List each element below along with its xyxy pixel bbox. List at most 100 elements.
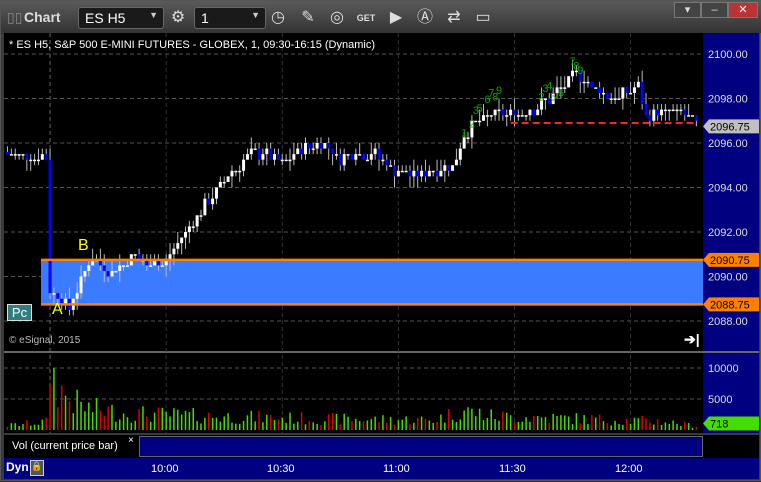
candle-body [629,92,633,95]
copyright-text: © eSignal, 2015 [9,335,81,346]
candle-body [292,154,296,160]
candle-body [234,170,238,173]
candle-body [350,154,354,160]
candle-body [102,265,106,271]
price-tick-label: 2088.00 [708,316,748,328]
candle-body [346,154,350,156]
time-tick: 11:00 [383,463,410,475]
candle-body [276,154,280,160]
candle-body [118,265,122,271]
candle-body [493,109,497,116]
time-tick: 10:30 [267,463,295,475]
candle-body [687,115,691,117]
candle-body [17,154,21,156]
candle-body [48,159,52,294]
candle-body [482,115,486,121]
candle-body [601,92,605,95]
candle-body [133,254,137,256]
price-chart[interactable]: 2100.00 2098.00 2096.00 2094.00 2092.00 2090.… [1,1,761,482]
candle-body [13,154,17,156]
price-tick-label: 2098.00 [708,94,748,106]
candle-body [423,170,427,177]
candle-body [660,109,664,116]
price-tick-label: 2096.00 [708,138,748,150]
candle-body [532,109,536,116]
volume-study-panel [139,436,703,457]
td-count-label: 2 [469,118,475,130]
candle-body [6,151,9,155]
candle-body [222,181,226,184]
candle-body [296,148,300,155]
candle-body [180,237,184,244]
candle-body [172,248,176,255]
candle-body [404,170,408,173]
volume-study-label[interactable]: Vol (current price bar) [12,440,118,452]
candle-body [211,198,215,205]
candle-body [501,109,505,116]
candle-body [160,265,164,267]
candle-body [149,265,153,267]
candle-body [497,109,501,112]
candle-body [408,170,412,177]
lock-icon[interactable]: 🔒 [30,460,44,476]
candle-body [435,170,439,177]
candle-body [400,170,404,173]
candle-body [489,115,493,117]
candle-body [199,215,203,217]
volume-study-bar: Vol (current price bar) × [4,435,759,458]
candle-body [195,215,199,227]
candle-body [389,165,393,167]
candle-body [249,148,253,155]
label-b: B [78,237,89,254]
candle-body [439,170,443,177]
price-tick-label: 2090.00 [708,272,748,284]
candle-body [451,165,455,171]
td-count-label: 1 [461,127,467,139]
candle-body [582,81,586,84]
time-axis[interactable]: Dyn 🔒 10:00 10:30 11:00 11:30 12:00 [4,458,759,479]
candle-body [300,148,304,155]
candle-body [679,109,683,112]
candle-body [311,148,315,151]
pc-button[interactable]: Pc [7,304,32,321]
candle-body [516,115,520,117]
candle-body [478,120,482,123]
candle-body [621,87,625,99]
candle-body [625,87,629,93]
scroll-to-end-icon[interactable]: ➔| [684,331,700,348]
level-price-label: 2088.75 [710,299,750,311]
label-a: A [52,301,63,318]
candle-body [652,109,656,121]
volume-tick-label: 5000 [708,394,732,406]
td-count-label: 9 [496,85,502,97]
candle-body [609,98,613,100]
candle-body [567,76,571,88]
candle-body [416,170,420,177]
td-count-label: 9 [577,65,583,77]
candle-body [238,170,242,173]
candle-body [443,165,447,171]
volume-tick-label: 10000 [708,363,739,375]
candle-body [269,148,273,160]
candle-body [431,170,435,173]
chart-window: ▯▯ Chart ES H5 ▼ ⚙ 1 ▼ ◷ ✎ ◎ GET ▶ Ⓐ ⇄ ▭ ▾… [0,0,761,481]
candle-body [377,148,381,160]
candle-body [245,154,249,160]
candle-body [509,109,513,116]
candle-body [327,143,331,149]
candle-body [528,109,532,116]
candle-body [590,81,594,88]
candle-body [342,154,346,166]
candle-body [207,198,211,205]
candle-body [83,270,87,277]
candle-body [334,154,338,156]
candle-body [280,159,284,162]
candle-body [284,159,288,162]
candle-body [176,243,180,249]
candle-body [226,176,230,182]
candle-body [420,170,424,177]
candle-body [36,159,40,162]
close-study-icon[interactable]: × [128,435,134,446]
candle-body [656,109,660,116]
candle-body [381,159,385,162]
